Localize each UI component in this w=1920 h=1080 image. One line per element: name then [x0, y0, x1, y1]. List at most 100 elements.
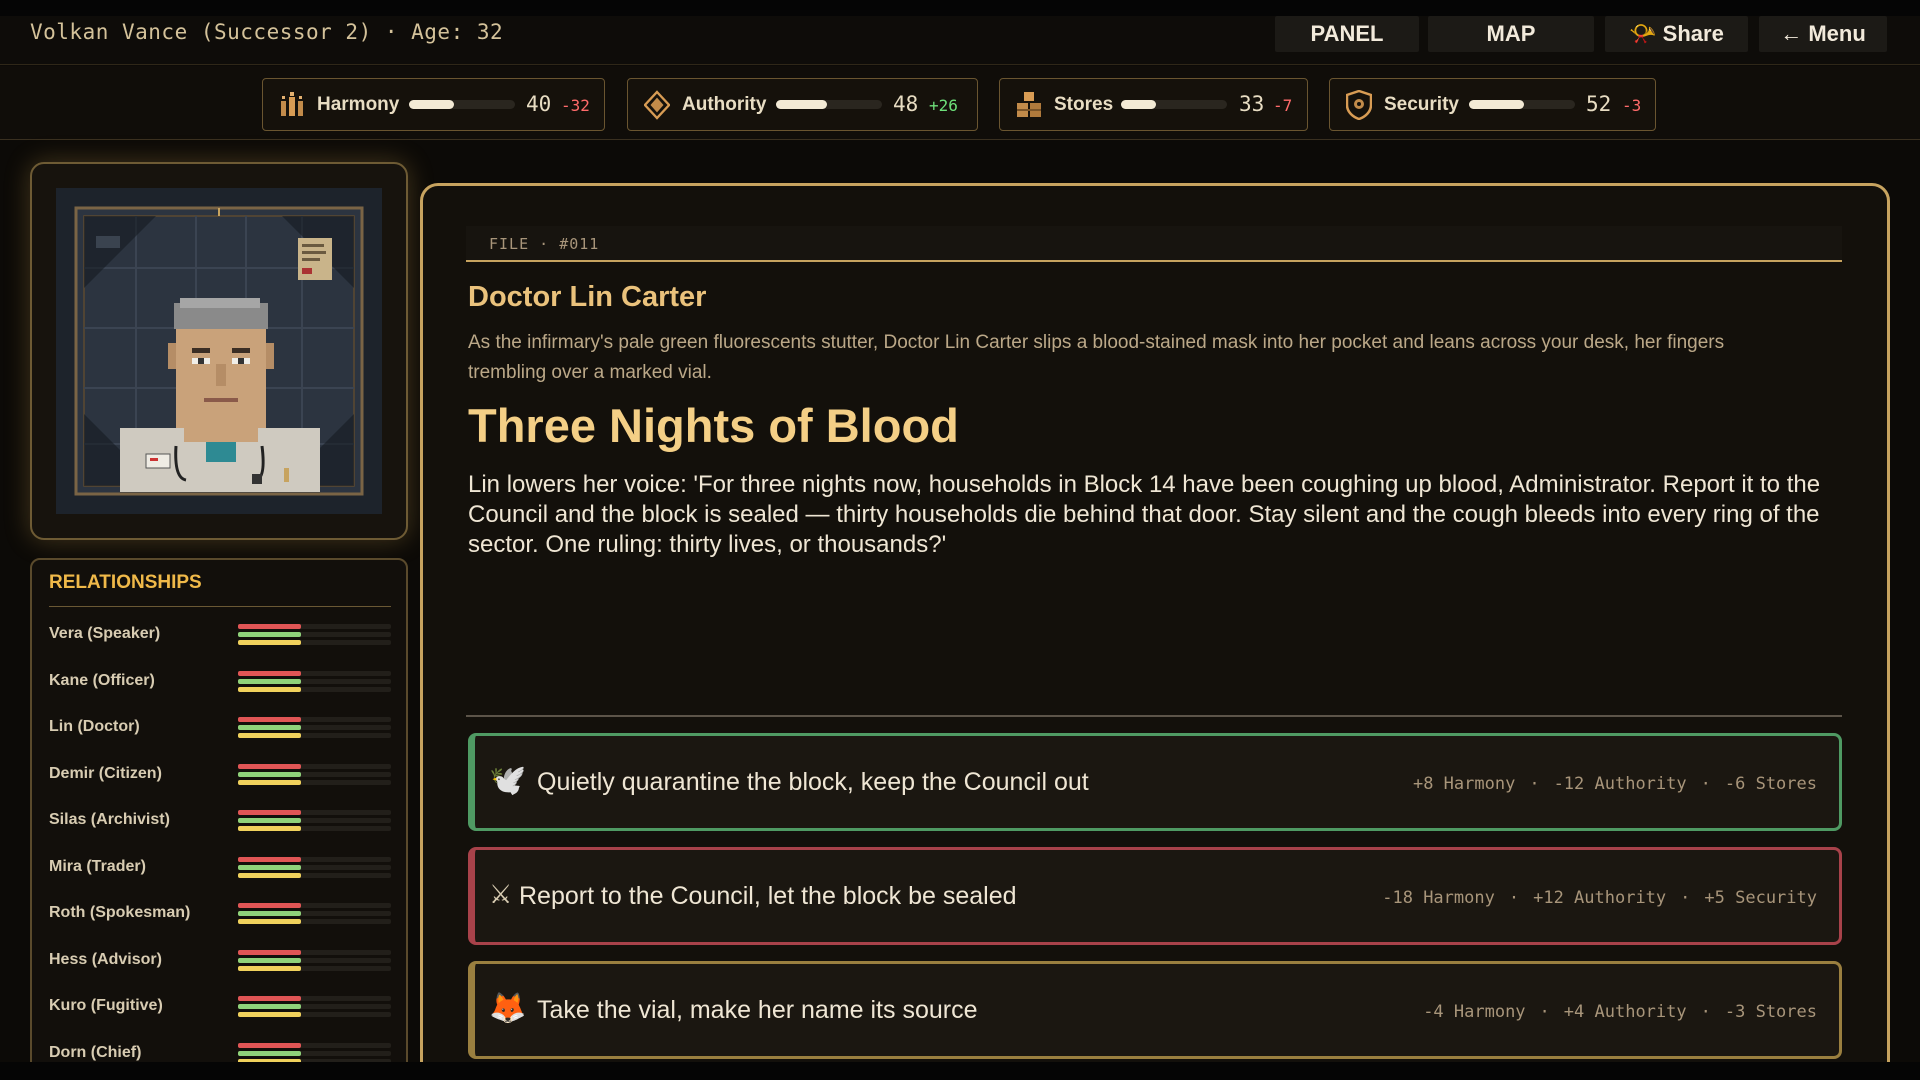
stat-label: Security	[1384, 93, 1459, 115]
file-number: FILE · #011	[489, 235, 600, 253]
effect-stores: -3 Stores	[1724, 1002, 1817, 1022]
relationship-bar-track	[238, 632, 391, 637]
relationship-bar-green	[238, 1050, 301, 1056]
relationship-bar-yellow	[238, 826, 301, 831]
relationship-row[interactable]: Kane (Officer)	[49, 665, 391, 695]
relationship-bar-track	[238, 996, 391, 1001]
stat-label: Authority	[682, 93, 767, 115]
relationship-bar-track	[238, 1050, 391, 1056]
relationship-bar-track	[238, 949, 391, 955]
relationship-bar-track	[238, 640, 391, 645]
effect-harmony: -4 Harmony	[1423, 1002, 1526, 1022]
relationship-row[interactable]: Silas (Archivist)	[49, 804, 391, 834]
relationship-row[interactable]: Mira (Trader)	[49, 851, 391, 881]
relationship-bar-red	[238, 624, 301, 629]
choice-effects: -18 Harmony · +12 Authority · +5 Security	[1382, 888, 1817, 908]
relationship-name: Roth (Spokesman)	[49, 904, 191, 921]
relationship-bar-red	[238, 856, 301, 862]
choice-effects: -4 Harmony · +4 Authority · -3 Stores	[1423, 1002, 1817, 1022]
relationship-name: Dorn (Chief)	[49, 1043, 142, 1061]
relationship-row[interactable]: Roth (Spokesman)	[49, 897, 391, 927]
relationships-panel: RELATIONSHIPS Vera (Speaker) Kane (Office…	[30, 558, 408, 1080]
effect-authority: +4 Authority	[1563, 1002, 1687, 1022]
character-name: Doctor Lin Carter	[468, 281, 707, 313]
stat-bar-fill	[1121, 100, 1156, 109]
stat-delta: -7	[1273, 96, 1293, 115]
relationship-bar-track	[238, 810, 391, 815]
divider	[49, 606, 391, 607]
top-bar: Volkan Vance (Successor 2) · Age: 32 PAN…	[0, 0, 1920, 65]
stat-stores: Stores 33 -7	[999, 78, 1308, 131]
relationship-bar-red	[238, 670, 301, 676]
relationship-bar-track	[238, 1012, 391, 1017]
relationship-row[interactable]: Demir (Citizen)	[49, 758, 391, 788]
effect-authority: -12 Authority	[1553, 774, 1687, 794]
relationship-bar-red	[238, 763, 301, 769]
choice-effects: +8 Harmony · -12 Authority · -6 Stores	[1412, 774, 1817, 794]
share-button[interactable]: 📯 Share	[1605, 16, 1748, 52]
relationship-bar-track	[238, 678, 391, 684]
relationship-bar-red	[238, 996, 301, 1001]
stat-label: Harmony	[317, 93, 400, 115]
effect-harmony: -18 Harmony	[1382, 888, 1495, 908]
relationship-bar-track	[238, 872, 391, 878]
relationship-bar-green	[238, 1004, 301, 1009]
fox-icon: 🦊	[489, 991, 527, 1026]
character-portrait	[56, 188, 382, 514]
relationship-bar-track	[238, 686, 391, 692]
relationship-bar-red	[238, 903, 301, 908]
relationship-bar-yellow	[238, 965, 301, 971]
relationship-bar-green	[238, 957, 301, 963]
event-intro: As the infirmary's pale green fluorescen…	[468, 332, 1725, 383]
relationship-bar-yellow	[238, 1012, 301, 1017]
relationship-bar-track	[238, 1004, 391, 1009]
relationship-bar-track	[238, 965, 391, 971]
relationship-bar-yellow	[238, 733, 301, 738]
event-panel	[420, 183, 1890, 1080]
relationship-bar-track	[238, 826, 391, 831]
relationship-bar-track	[238, 856, 391, 862]
stat-bar-fill	[1469, 100, 1525, 109]
choice-label: Take the vial, make her name its source	[537, 996, 978, 1024]
relationship-name: Lin (Doctor)	[49, 718, 140, 735]
choice-quarantine[interactable]: 🕊️ Quietly quarantine the block, keep th…	[468, 733, 1842, 831]
relationship-bar-red	[238, 810, 301, 815]
menu-button[interactable]: ← Menu	[1759, 16, 1887, 52]
relationship-bar-green	[238, 818, 301, 823]
effect-authority: +12 Authority	[1533, 888, 1667, 908]
relationship-bar-track	[238, 864, 391, 870]
choice-label: Report to the Council, let the block be …	[519, 882, 1017, 910]
stat-delta: +26	[929, 96, 958, 115]
map-button[interactable]: MAP	[1428, 16, 1594, 52]
relationship-bar-track	[238, 957, 391, 963]
relationships-title: RELATIONSHIPS	[49, 572, 202, 593]
stores-crates-icon	[1016, 90, 1042, 120]
effect-security: +5 Security	[1704, 888, 1817, 908]
relationship-bar-track	[238, 733, 391, 738]
relationship-bar-track	[238, 1042, 391, 1048]
character-portrait-frame	[30, 162, 408, 540]
choice-report[interactable]: ⚔ Report to the Council, let the block b…	[468, 847, 1842, 945]
choice-label: Quietly quarantine the block, keep the C…	[537, 768, 1089, 796]
panel-button[interactable]: PANEL	[1275, 16, 1419, 52]
relationship-row[interactable]: Lin (Doctor)	[49, 711, 391, 741]
event-body: Lin lowers her voice: 'For three nights …	[468, 471, 1821, 558]
relationship-bar-red	[238, 949, 301, 955]
relationship-bar-track	[238, 717, 391, 722]
relationship-row[interactable]: Kuro (Fugitive)	[49, 990, 391, 1020]
effect-harmony: +8 Harmony	[1412, 774, 1516, 794]
relationship-bar-green	[238, 678, 301, 684]
relationship-bar-green	[238, 725, 301, 730]
file-tag: FILE · #011	[466, 226, 1842, 262]
relationship-row[interactable]: Vera (Speaker)	[49, 618, 391, 648]
stat-delta: -3	[1622, 96, 1642, 115]
relationship-row[interactable]: Hess (Advisor)	[49, 944, 391, 974]
choice-take-vial[interactable]: 🦊 Take the vial, make her name its sourc…	[468, 961, 1842, 1059]
harmony-people-icon	[279, 90, 305, 120]
relationship-bar-red	[238, 1042, 301, 1048]
relationship-name: Mira (Trader)	[49, 857, 146, 875]
relationship-bar-track	[238, 771, 391, 777]
relationship-name: Kuro (Fugitive)	[49, 997, 163, 1014]
relationship-bar-yellow	[238, 919, 301, 924]
relationship-bar-yellow	[238, 779, 301, 785]
